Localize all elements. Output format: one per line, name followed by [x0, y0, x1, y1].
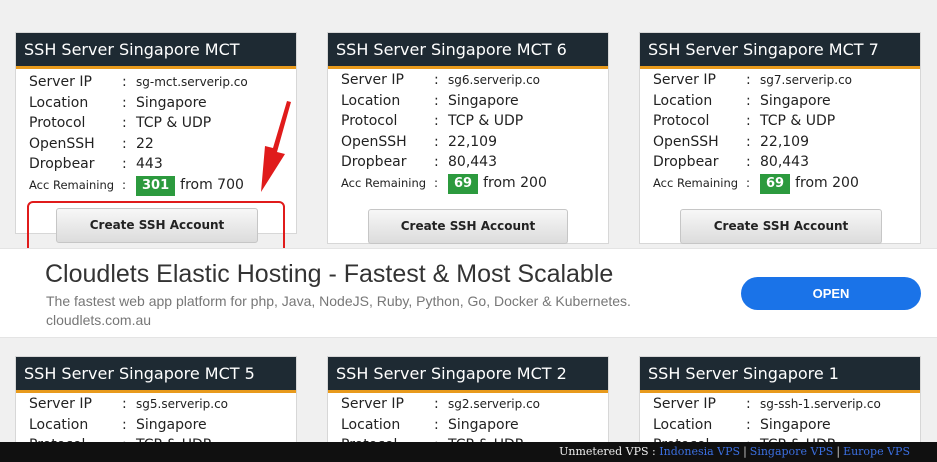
- acc-remaining-label: Acc Remaining: [341, 175, 427, 190]
- dropbear-label: Dropbear: [653, 154, 719, 170]
- server-ip-value: sg7.serverip.co: [760, 73, 853, 87]
- location-label: Location: [653, 416, 713, 433]
- protocol-label: Protocol: [29, 115, 86, 131]
- create-ssh-account-button[interactable]: Create SSH Account Singapore: [680, 209, 882, 266]
- card-title: SSH Server Singapore MCT: [16, 33, 296, 69]
- row-location: Location: Singapore: [341, 416, 519, 433]
- ad-domain[interactable]: cloudlets.com.au: [46, 312, 151, 328]
- red-arrow-icon: [261, 101, 291, 192]
- create-ssh-account-button[interactable]: Create SSH Account Singapore: [368, 209, 568, 266]
- footer-link-singapore-vps[interactable]: Singapore VPS: [750, 445, 834, 458]
- acc-remaining-label: Acc Remaining: [29, 177, 115, 192]
- dropbear-label: Dropbear: [341, 154, 407, 170]
- footer-separator: |: [743, 445, 747, 458]
- card-title: SSH Server Singapore MCT 5: [16, 357, 296, 393]
- server-ip-label: Server IP: [653, 72, 716, 88]
- location-value: Singapore: [448, 416, 519, 433]
- server-ip-label: Server IP: [29, 74, 92, 90]
- ad-banner[interactable]: Cloudlets Elastic Hosting - Fastest & Mo…: [0, 248, 937, 338]
- footer-label: Unmetered VPS :: [559, 445, 656, 458]
- dropbear-value: 443: [136, 156, 163, 172]
- row-server-ip: Server IP: sg-ssh-1.serverip.co: [653, 396, 881, 412]
- row-server-ip: Server IP: sg2.serverip.co: [341, 396, 541, 412]
- row-location: Location: Singapore: [653, 416, 831, 433]
- row-acc-remaining: Acc Remaining:69 from 200: [341, 173, 608, 194]
- openssh-value: 22,109: [448, 133, 497, 150]
- row-protocol: Protocol:TCP & UDP: [341, 113, 524, 129]
- location-label: Location: [653, 92, 713, 109]
- footer-link-europe-vps[interactable]: Europe VPS: [843, 445, 910, 458]
- row-location: Location: Singapore: [341, 92, 519, 109]
- server-ip-value: sg6.serverip.co: [448, 73, 541, 87]
- ad-open-button[interactable]: OPEN: [741, 277, 921, 310]
- dropbear-label: Dropbear: [29, 156, 95, 172]
- card-title: SSH Server Singapore 1: [640, 357, 920, 393]
- protocol-value: TCP & UDP: [448, 113, 524, 129]
- acc-count-badge: 69: [760, 173, 791, 194]
- protocol-value: TCP & UDP: [760, 113, 836, 129]
- row-dropbear: Dropbear:80,443: [341, 154, 497, 170]
- row-acc-remaining: Acc Remaining:69 from 200: [653, 173, 920, 194]
- server-ip-value: sg5.serverip.co: [136, 397, 229, 411]
- location-label: Location: [29, 416, 89, 433]
- location-label: Location: [29, 94, 89, 111]
- footer-link-indonesia-vps[interactable]: Indonesia VPS: [659, 445, 740, 458]
- location-label: Location: [341, 416, 401, 433]
- row-server-ip: Server IP: sg-mct.serverip.co: [29, 74, 248, 90]
- ad-description: The fastest web app platform for php, Ja…: [46, 293, 631, 309]
- location-value: Singapore: [760, 92, 831, 109]
- server-card-sg6: SSH Server Singapore MCT 6 Server IP: sg6…: [327, 32, 609, 266]
- location-value: Singapore: [136, 416, 207, 433]
- row-protocol: Protocol:TCP & UDP: [653, 113, 836, 129]
- openssh-value: 22,109: [760, 133, 809, 150]
- row-openssh: OpenSSH:22,109: [653, 133, 809, 150]
- server-card-sg7: SSH Server Singapore MCT 7 Server IP: sg7…: [639, 32, 921, 266]
- server-card-sg-ssh-1: SSH Server Singapore 1 Server IP: sg-ssh-…: [639, 356, 921, 456]
- row-server-ip: Server IP: sg7.serverip.co: [653, 72, 853, 88]
- row-dropbear: Dropbear:80,443: [653, 154, 809, 170]
- row-location: Location: Singapore: [653, 92, 831, 109]
- acc-total: from 700: [180, 176, 244, 193]
- dropbear-value: 80,443: [760, 154, 809, 170]
- row-openssh: OpenSSH:22,109: [341, 133, 497, 150]
- footer-bar: Unmetered VPS : Indonesia VPS | Singapore …: [0, 442, 937, 462]
- server-ip-label: Server IP: [341, 72, 404, 88]
- acc-remaining-label: Acc Remaining: [653, 175, 739, 190]
- row-server-ip: Server IP: sg6.serverip.co: [341, 72, 541, 88]
- openssh-label: OpenSSH: [653, 133, 719, 150]
- card-title: SSH Server Singapore MCT 6: [328, 33, 608, 69]
- openssh-label: OpenSSH: [29, 135, 95, 152]
- location-value: Singapore: [760, 416, 831, 433]
- location-label: Location: [341, 92, 401, 109]
- card-title: SSH Server Singapore MCT 7: [640, 33, 920, 69]
- server-ip-label: Server IP: [29, 396, 92, 412]
- server-ip-value: sg-mct.serverip.co: [136, 75, 248, 89]
- acc-count-badge: 69: [448, 173, 479, 194]
- acc-total: from 200: [795, 174, 859, 191]
- dropbear-value: 80,443: [448, 154, 497, 170]
- server-card-sg5: SSH Server Singapore MCT 5 Server IP: sg5…: [15, 356, 297, 456]
- ad-title[interactable]: Cloudlets Elastic Hosting - Fastest & Mo…: [45, 260, 613, 289]
- server-ip-value: sg-ssh-1.serverip.co: [760, 397, 881, 411]
- footer-separator: |: [836, 445, 841, 458]
- protocol-label: Protocol: [341, 113, 398, 129]
- openssh-label: OpenSSH: [341, 133, 407, 150]
- card-title: SSH Server Singapore MCT 2: [328, 357, 608, 393]
- server-card-sg2: SSH Server Singapore MCT 2 Server IP: sg2…: [327, 356, 609, 456]
- row-server-ip: Server IP: sg5.serverip.co: [29, 396, 229, 412]
- acc-total: from 200: [483, 174, 547, 191]
- location-value: Singapore: [448, 92, 519, 109]
- location-value: Singapore: [136, 94, 207, 111]
- openssh-value: 22: [136, 135, 154, 152]
- row-location: Location: Singapore: [29, 416, 207, 433]
- acc-count-badge: 301: [136, 175, 176, 196]
- protocol-value: TCP & UDP: [136, 115, 212, 131]
- protocol-label: Protocol: [653, 113, 710, 129]
- server-ip-label: Server IP: [653, 396, 716, 412]
- server-ip-value: sg2.serverip.co: [448, 397, 541, 411]
- server-ip-label: Server IP: [341, 396, 404, 412]
